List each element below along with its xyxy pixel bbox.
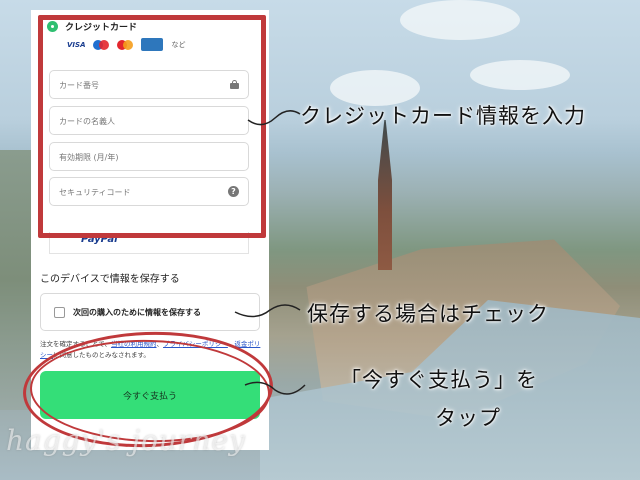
save-info-label: 次回の購入のために情報を保存する bbox=[73, 308, 201, 317]
card-info-annotation: クレジットカード情報を入力 bbox=[300, 104, 586, 128]
save-info-option[interactable]: 次回の購入のために情報を保存する bbox=[40, 293, 260, 331]
card-info-highlight bbox=[38, 15, 266, 238]
cloud bbox=[400, 0, 520, 40]
tap-annotation-line2: タップ bbox=[435, 406, 501, 430]
save-info-checkbox[interactable] bbox=[54, 307, 65, 318]
cloud bbox=[470, 60, 570, 90]
save-info-heading: このデバイスで情報を保存する bbox=[40, 274, 180, 285]
watermark: haggy's journey bbox=[6, 424, 246, 457]
tap-annotation-line1: 「今すぐ支払う」を bbox=[340, 368, 538, 392]
save-check-annotation: 保存する場合はチェック bbox=[307, 302, 549, 326]
